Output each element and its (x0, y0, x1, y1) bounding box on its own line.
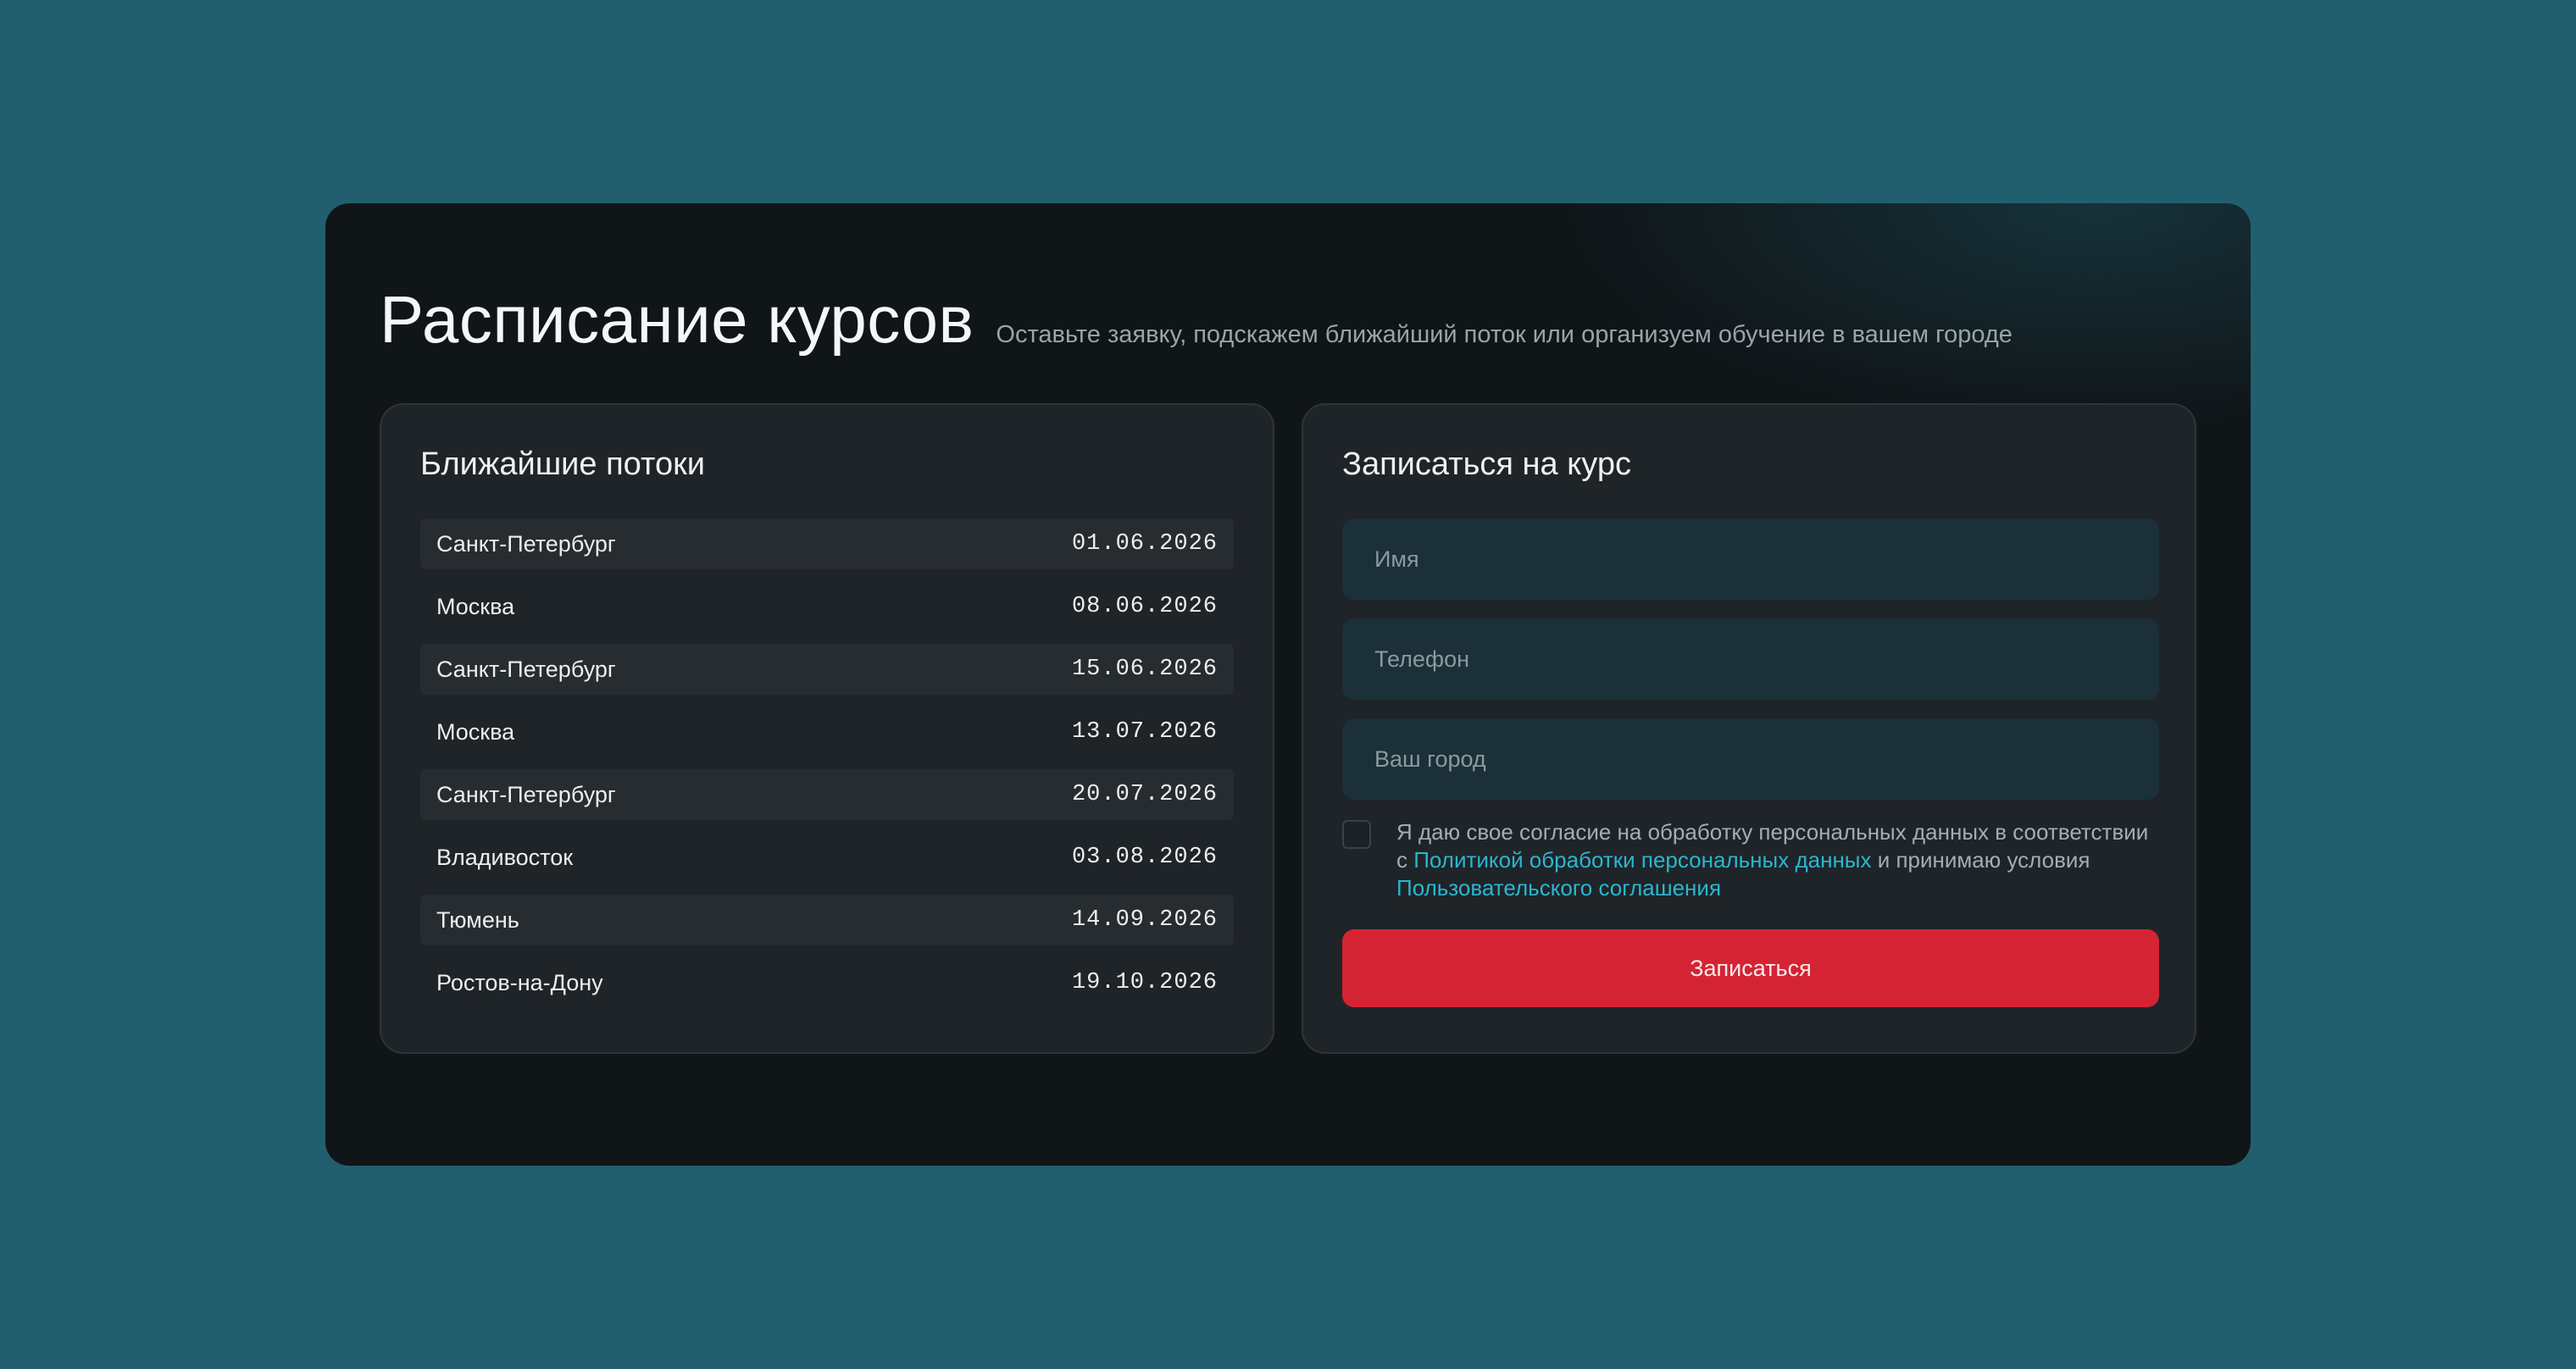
privacy-policy-link[interactable]: Политикой обработки персональных данных (1413, 847, 1871, 873)
schedule-date: 14.09.2026 (1071, 907, 1218, 933)
schedule-row: Владивосток 03.08.2026 (420, 832, 1234, 883)
signup-form: Я даю свое согласие на обработку персона… (1342, 518, 2159, 1007)
name-input[interactable] (1342, 518, 2159, 600)
schedule-date: 01.06.2026 (1071, 531, 1218, 557)
schedule-row: Ростов-на-Дону 19.10.2026 (420, 957, 1234, 1008)
schedule-city: Ростов-на-Дону (436, 969, 603, 995)
consent-checkbox[interactable] (1342, 820, 1371, 849)
schedule-row: Тюмень 14.09.2026 (420, 895, 1234, 945)
consent-text: Я даю свое согласие на обработку персона… (1396, 818, 2156, 902)
header: Расписание курсов Оставьте заявку, подск… (380, 281, 2012, 358)
schedule-panel: Ближайшие потоки Санкт-Петербург 01.06.2… (380, 403, 1274, 1054)
schedule-date: 13.07.2026 (1071, 719, 1218, 745)
schedule-row: Санкт-Петербург 01.06.2026 (420, 518, 1234, 569)
schedule-date: 15.06.2026 (1071, 657, 1218, 682)
schedule-city: Санкт-Петербург (436, 656, 616, 682)
schedule-city: Тюмень (436, 906, 519, 933)
schedule-city: Владивосток (436, 844, 574, 870)
schedule-date: 19.10.2026 (1071, 970, 1218, 995)
schedule-row: Санкт-Петербург 15.06.2026 (420, 644, 1234, 695)
schedule-city: Санкт-Петербург (436, 530, 616, 557)
city-input[interactable] (1342, 718, 2159, 800)
page-title: Расписание курсов (380, 282, 974, 357)
signup-panel: Записаться на курс Я даю свое согласие н… (1302, 403, 2196, 1054)
schedule-city: Санкт-Петербург (436, 781, 616, 807)
schedule-row: Санкт-Петербург 20.07.2026 (420, 769, 1234, 820)
schedule-city: Москва (436, 718, 515, 745)
user-agreement-link[interactable]: Пользовательского соглашения (1396, 875, 1721, 901)
schedule-row: Москва 13.07.2026 (420, 707, 1234, 757)
page-subtitle: Оставьте заявку, подскажем ближайший пот… (996, 321, 2012, 348)
schedule-city: Москва (436, 593, 515, 619)
schedule-row: Москва 08.06.2026 (420, 581, 1234, 632)
schedule-date: 20.07.2026 (1071, 782, 1218, 807)
consent-text-part: и принимаю условия (1871, 847, 2090, 873)
signup-title: Записаться на курс (1342, 446, 1631, 482)
schedule-date: 08.06.2026 (1071, 594, 1218, 619)
schedule-card: Расписание курсов Оставьте заявку, подск… (325, 203, 2251, 1166)
schedule-title: Ближайшие потоки (420, 446, 705, 482)
submit-button[interactable]: Записаться (1342, 929, 2159, 1007)
schedule-list: Санкт-Петербург 01.06.2026 Москва 08.06.… (420, 518, 1234, 1008)
schedule-date: 03.08.2026 (1071, 845, 1218, 870)
consent-row: Я даю свое согласие на обработку персона… (1342, 818, 2156, 902)
phone-input[interactable] (1342, 618, 2159, 700)
